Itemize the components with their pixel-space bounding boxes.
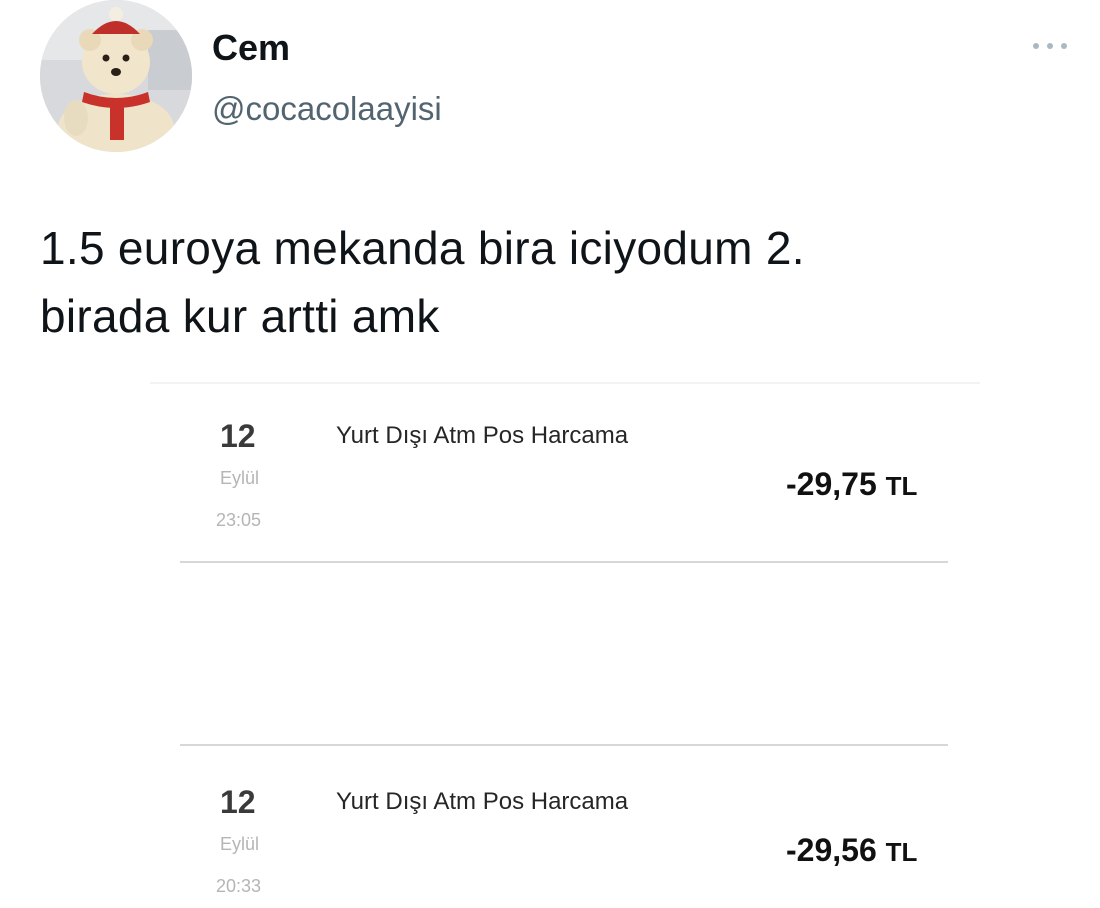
transaction-month: Eylül bbox=[220, 468, 260, 488]
transaction-month: Eylül bbox=[220, 834, 260, 854]
transaction-day: 12 bbox=[220, 418, 256, 454]
transaction-currency: TL bbox=[885, 471, 918, 501]
transaction-row: 12 Eylül 20:33 Yurt Dışı Atm Pos Harcama… bbox=[0, 784, 1100, 908]
transaction-day: 12 bbox=[220, 784, 256, 820]
divider bbox=[150, 382, 980, 384]
transaction-time: 20:33 bbox=[216, 876, 262, 896]
transaction-amount-value: -29,75 bbox=[786, 466, 877, 502]
tweet-author: Cem @cocacolaayisi bbox=[212, 28, 442, 128]
more-options-icon[interactable] bbox=[1028, 36, 1072, 56]
transaction-description: Yurt Dışı Atm Pos Harcama bbox=[336, 422, 629, 449]
transaction-currency: TL bbox=[885, 837, 918, 867]
tweet-text-line: 1.5 euroya mekanda bira iciyodum 2. bbox=[40, 222, 805, 274]
avatar[interactable] bbox=[40, 0, 192, 152]
author-name[interactable]: Cem bbox=[212, 28, 442, 68]
divider bbox=[180, 561, 948, 563]
transaction-amount: -29,75 TL bbox=[786, 466, 917, 503]
transaction-description: Yurt Dışı Atm Pos Harcama bbox=[336, 788, 629, 815]
author-handle[interactable]: @cocacolaayisi bbox=[212, 90, 442, 128]
tweet-media-screenshot[interactable]: 12 Eylül 23:05 Yurt Dışı Atm Pos Harcama… bbox=[0, 370, 1100, 908]
tweet-text: 1.5 euroya mekanda bira iciyodum 2. bira… bbox=[40, 214, 1060, 350]
transaction-amount: -29,56 TL bbox=[786, 832, 917, 869]
transaction-time: 23:05 bbox=[216, 510, 262, 530]
transaction-row: 12 Eylül 23:05 Yurt Dışı Atm Pos Harcama… bbox=[0, 418, 1100, 558]
divider bbox=[180, 744, 948, 746]
tweet-text-line: birada kur artti amk bbox=[40, 290, 440, 342]
transaction-amount-value: -29,56 bbox=[786, 832, 877, 868]
